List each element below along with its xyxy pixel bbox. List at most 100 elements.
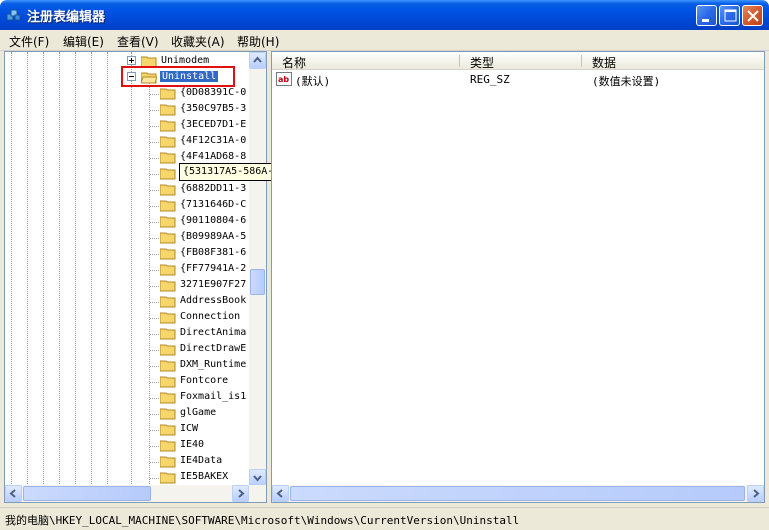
tree-connector — [150, 110, 159, 112]
tree-connector — [150, 222, 159, 224]
tree-connector — [150, 430, 159, 432]
tree-item-label: glGame — [180, 407, 217, 418]
tree-item-label: DXM_Runtime — [180, 359, 247, 370]
tree-item-label: DirectDrawE — [180, 343, 247, 354]
tree-item-label: {0D08391C-0 — [180, 87, 247, 98]
list-horizontal-scrollbar[interactable] — [272, 485, 764, 502]
folder-icon — [160, 280, 176, 292]
folder-icon — [160, 440, 176, 452]
menu-help[interactable]: 帮助(H) — [237, 33, 279, 50]
arrow-right-icon — [753, 489, 760, 498]
tree-connector — [150, 334, 159, 336]
folder-icon — [160, 328, 176, 340]
folder-icon — [160, 392, 176, 404]
folder-icon — [160, 248, 176, 260]
horizontal-scroll-thumb[interactable] — [23, 486, 151, 501]
maximize-button[interactable] — [719, 5, 740, 26]
folder-icon — [160, 216, 176, 228]
scroll-right-button[interactable] — [232, 485, 249, 502]
folder-icon — [160, 472, 176, 484]
folder-icon — [160, 184, 176, 196]
column-divider[interactable] — [581, 55, 582, 67]
tree-connector — [150, 238, 159, 240]
tree-item-label: {350C97B5-3 — [180, 103, 247, 114]
tree-guide-line — [11, 52, 13, 486]
menu-edit[interactable]: 编辑(E) — [63, 33, 104, 50]
tree-connector — [150, 142, 159, 144]
expand-unimodem-toggle[interactable] — [127, 56, 136, 65]
tree-item-label: {4F12C31A-0 — [180, 135, 247, 146]
scroll-left-button[interactable] — [5, 485, 22, 502]
tree-item-label: Connection — [180, 311, 241, 322]
column-header-name[interactable]: 名称 — [272, 52, 460, 70]
tree-guide-line — [43, 52, 45, 486]
tree-connector — [150, 302, 159, 304]
svg-text:ab: ab — [278, 75, 289, 84]
folder-icon — [160, 456, 176, 468]
arrow-down-icon — [253, 475, 262, 482]
tree-item-label: Foxmail_is1 — [180, 391, 247, 402]
column-header-type[interactable]: 类型 — [460, 52, 582, 70]
regedit-window: 注册表编辑器 文件(F) 编辑(E) 查看(V) 收藏夹(A) 帮助(H) Un… — [0, 0, 769, 530]
tree-connector — [150, 254, 159, 256]
tree-vertical-scrollbar[interactable] — [249, 52, 266, 486]
registry-tree-pane[interactable]: Unimodem Uninstall {0D08391C-0 {350C97B5-… — [4, 51, 267, 503]
arrow-right-icon — [238, 489, 245, 498]
tree-connector — [150, 158, 159, 160]
folder-icon — [160, 376, 176, 388]
ab-string-icon: ab — [276, 72, 292, 86]
tree-item-label: 3271E907F27 — [180, 279, 247, 290]
tree-item-label: {7131646D-C — [180, 199, 247, 210]
tree-horizontal-scrollbar[interactable] — [5, 485, 266, 502]
tree-guide-line — [149, 78, 151, 486]
folder-icon — [160, 264, 176, 276]
minimize-button[interactable] — [696, 5, 717, 26]
tree-item-label: {6882DD11-3 — [180, 183, 247, 194]
minimize-icon — [702, 19, 709, 22]
tree-item-label: ICW — [180, 423, 199, 434]
value-row[interactable]: ab (默认) REG_SZ (数值未设置) — [272, 71, 764, 88]
tree-guide-line — [107, 52, 109, 486]
tree-guide-line — [27, 52, 29, 486]
folder-icon — [160, 296, 176, 308]
status-bar: 我的电脑\HKEY_LOCAL_MACHINE\SOFTWARE\Microso… — [0, 507, 769, 530]
values-list-pane[interactable]: 名称 类型 数据 ab (默认) REG_SZ (数值未设置) — [271, 51, 765, 503]
menu-favorites[interactable]: 收藏夹(A) — [171, 33, 225, 50]
scroll-up-button[interactable] — [249, 52, 266, 69]
tree-item-label: Unimodem — [161, 55, 210, 66]
tree-connector — [150, 286, 159, 288]
scroll-down-button[interactable] — [249, 469, 266, 486]
arrow-left-icon — [9, 489, 16, 498]
tree-item-label: IE4Data — [180, 455, 223, 466]
scroll-thumb[interactable] — [250, 269, 265, 295]
title-bar[interactable]: 注册表编辑器 — [0, 0, 769, 30]
menu-bar: 文件(F) 编辑(E) 查看(V) 收藏夹(A) 帮助(H) — [0, 30, 769, 51]
tree-connector — [150, 270, 159, 272]
tree-connector — [150, 190, 159, 192]
window-title: 注册表编辑器 — [27, 10, 106, 25]
column-divider[interactable] — [459, 55, 460, 67]
list-scroll-right-button[interactable] — [747, 485, 764, 502]
tree-item-label: IE40 — [180, 439, 205, 450]
tree-connector — [150, 350, 159, 352]
column-data-label: 数据 — [592, 56, 617, 70]
folder-icon — [160, 104, 176, 116]
column-name-label: 名称 — [282, 56, 307, 70]
tree-connector — [150, 174, 159, 176]
folder-icon — [160, 136, 176, 148]
menu-view[interactable]: 查看(V) — [117, 33, 159, 50]
status-key-path: 我的电脑\HKEY_LOCAL_MACHINE\SOFTWARE\Microso… — [5, 514, 520, 527]
maximize-icon — [724, 9, 737, 22]
menu-file[interactable]: 文件(F) — [9, 33, 49, 50]
tree-item-label: {FF77941A-2 — [180, 263, 247, 274]
close-button[interactable] — [742, 5, 763, 26]
tree-connector — [150, 318, 159, 320]
list-horizontal-scroll-thumb[interactable] — [290, 486, 745, 501]
value-name: (默认) — [295, 75, 331, 88]
column-header-data[interactable]: 数据 — [582, 52, 764, 70]
tree-connector — [150, 366, 159, 368]
list-scroll-left-button[interactable] — [272, 485, 289, 502]
tree-connector — [150, 94, 159, 96]
tree-guide-line — [91, 52, 93, 486]
regedit-app-icon — [6, 9, 21, 21]
